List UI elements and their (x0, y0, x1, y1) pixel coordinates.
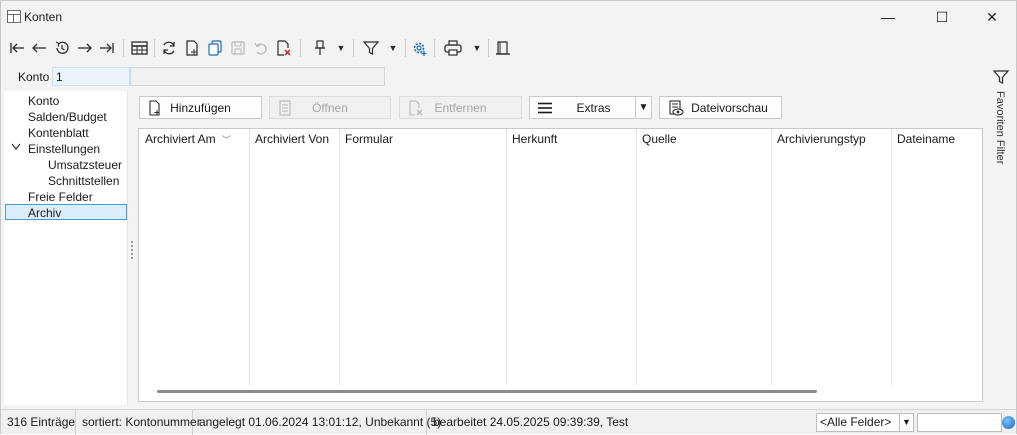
column-header-archiviert-am[interactable]: Archiviert Am ﹀ (139, 129, 249, 149)
filter-dropdown-icon[interactable]: ▼ (387, 37, 399, 59)
column-header-archiviert-von[interactable]: Archiviert Von (249, 129, 339, 149)
column-header-herkunft[interactable]: Herkunft (506, 129, 636, 149)
toolbar-separator (488, 39, 489, 57)
column-divider[interactable] (506, 129, 507, 385)
add-button[interactable]: Hinzufügen (139, 96, 262, 119)
tree-item-salden-budget[interactable]: Salden/Budget (28, 109, 107, 125)
refresh-icon[interactable] (159, 37, 179, 59)
next-record-icon[interactable] (75, 37, 95, 59)
column-divider[interactable] (636, 129, 637, 385)
last-record-icon[interactable] (97, 37, 117, 59)
add-button-label: Hinzufügen (170, 100, 231, 115)
extras-button-label: Extras (576, 100, 611, 115)
search-input[interactable] (917, 413, 1002, 432)
konten-window: Konten — ☐ ✕ ▼ ▼ ▼ Konto 1 Konto Salden/… (0, 0, 1017, 435)
status-created: angelegt 01.06.2024 13:01:12, Unbekannt … (193, 410, 441, 435)
horizontal-scrollbar[interactable] (157, 390, 817, 393)
column-header-quelle[interactable]: Quelle (636, 129, 771, 149)
column-header-label: Archiviert Am (145, 132, 216, 146)
remove-button[interactable]: Entfernen (399, 96, 522, 119)
tree-item-schnittstellen[interactable]: Schnittstellen (48, 173, 119, 189)
tree-item-konto[interactable]: Konto (28, 93, 59, 109)
window-title: Konten (24, 10, 63, 24)
history-icon[interactable] (52, 37, 72, 59)
konto-label: Konto (18, 70, 50, 84)
delete-icon[interactable] (274, 37, 294, 59)
open-button-label: Öffnen (312, 100, 348, 115)
file-preview-button-label: Dateivorschau (691, 100, 768, 115)
undo-icon[interactable] (251, 37, 271, 59)
tree-item-umsatzsteuer[interactable]: Umsatzsteuer (48, 157, 122, 173)
minimize-button[interactable]: — (865, 1, 911, 33)
copy-icon[interactable] (205, 37, 225, 59)
konto-input[interactable]: 1 (52, 67, 130, 86)
tree-item-freie-felder[interactable]: Freie Felder (28, 189, 93, 205)
remove-button-label: Entfernen (434, 100, 487, 115)
pin-icon[interactable] (310, 37, 330, 59)
extras-button[interactable]: Extras (529, 96, 636, 119)
toolbar-separator (154, 39, 155, 57)
status-bar: 316 Einträge sortiert: Kontonummer angel… (1, 409, 1016, 435)
new-document-icon[interactable] (182, 37, 202, 59)
table-view-icon[interactable] (128, 37, 150, 59)
panel-splitter[interactable] (131, 241, 133, 259)
pin-dropdown-icon[interactable]: ▼ (335, 37, 347, 59)
save-icon[interactable] (228, 37, 248, 59)
chevron-down-icon[interactable] (11, 141, 21, 157)
column-header-formular[interactable]: Formular (339, 129, 506, 149)
print-icon[interactable] (442, 37, 464, 59)
open-button[interactable]: Öffnen (269, 96, 391, 119)
column-divider[interactable] (891, 129, 892, 385)
first-record-icon[interactable] (7, 37, 27, 59)
archive-table: Archiviert Am ﹀ Archiviert Von Formular H… (138, 128, 983, 402)
tree-item-kontenblatt[interactable]: Kontenblatt (28, 125, 89, 141)
status-edited: bearbeitet 24.05.2025 09:39:39, Test (433, 415, 629, 429)
file-preview-button[interactable]: Dateivorschau (659, 96, 782, 119)
bookmark-icon[interactable] (493, 37, 513, 59)
title-bar: Konten — ☐ ✕ (1, 1, 1016, 33)
toolbar-separator (434, 39, 435, 57)
tree-item-einstellungen[interactable]: Einstellungen (28, 141, 100, 157)
maximize-button[interactable]: ☐ (919, 1, 965, 33)
column-header-dateiname[interactable]: Dateiname (891, 129, 982, 149)
toolbar-separator (300, 39, 301, 57)
globe-icon[interactable] (1002, 416, 1015, 429)
navigation-tree: Konto Salden/Budget Kontenblatt Einstell… (4, 91, 128, 405)
column-divider[interactable] (339, 129, 340, 385)
print-dropdown-icon[interactable]: ▼ (471, 37, 483, 59)
column-divider[interactable] (771, 129, 772, 385)
filter-icon[interactable] (361, 37, 381, 59)
favorites-filter-panel[interactable]: Favoriten Filter (991, 67, 1016, 187)
column-header-archivierungstyp[interactable]: Archivierungstyp (771, 129, 891, 149)
settings-icon[interactable] (409, 37, 429, 59)
toolbar: ▼ ▼ ▼ (1, 35, 1016, 61)
toolbar-separator (405, 39, 406, 57)
prev-record-icon[interactable] (29, 37, 49, 59)
konto-name-field (130, 67, 385, 86)
status-sort: sortiert: Kontonummer (76, 410, 201, 435)
sort-descending-icon: ﹀ (221, 135, 231, 145)
status-record-count: 316 Einträge (1, 410, 76, 435)
fields-dropdown-button[interactable]: ▼ (899, 413, 914, 432)
toolbar-separator (123, 39, 124, 57)
window-icon (7, 10, 21, 23)
close-button[interactable]: ✕ (969, 1, 1015, 33)
menu-icon (538, 102, 552, 117)
filter-icon (992, 69, 1010, 88)
toolbar-separator (353, 39, 354, 57)
chevron-down-icon: ▼ (638, 102, 649, 113)
tree-item-archiv[interactable]: Archiv (5, 204, 127, 220)
column-divider[interactable] (249, 129, 250, 385)
extras-dropdown-button[interactable]: ▼ (635, 96, 652, 119)
favorites-filter-label: Favoriten Filter (994, 91, 1006, 165)
